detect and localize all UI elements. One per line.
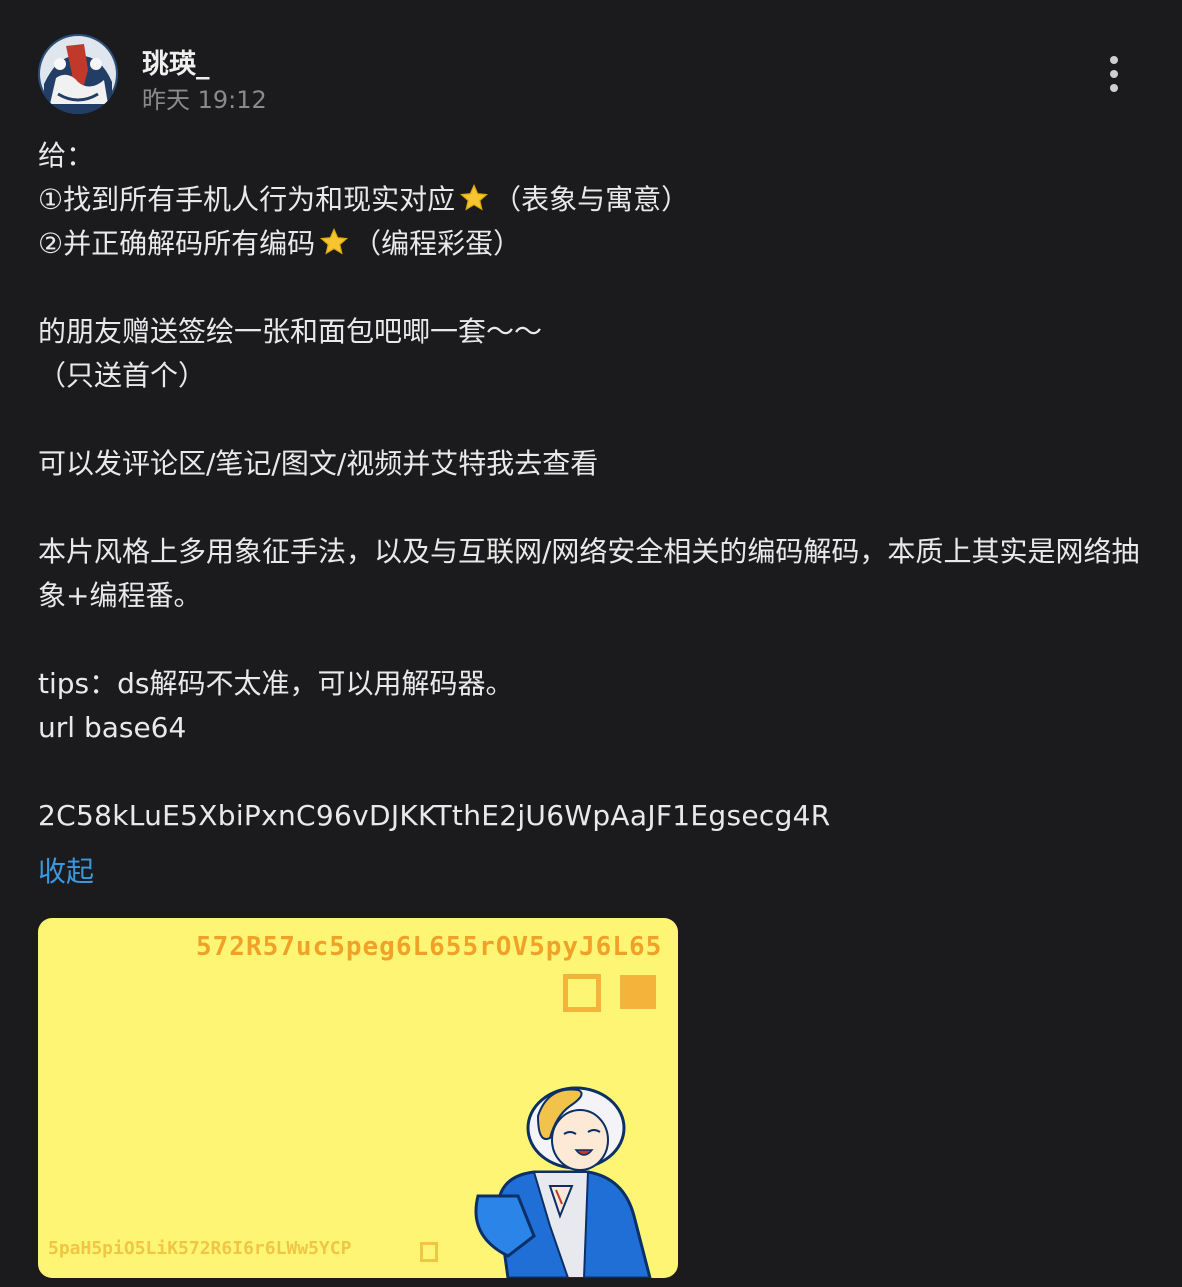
outlined-square-icon (563, 974, 601, 1012)
post-line: ①找到所有手机人行为和现实对应 （表象与寓意） (38, 178, 1148, 222)
post-line: 的朋友赠送签绘一张和面包吧唧一套～～ (38, 315, 543, 348)
post-line-text: ②并正确解码所有编码 (38, 227, 316, 260)
post-line: 可以发评论区/笔记/图文/视频并艾特我去查看 (38, 447, 599, 480)
image-code-bottom: 5paH5piO5LiK572R6I6r6LWw5YCP (48, 1238, 352, 1259)
more-options-button[interactable] (1104, 56, 1124, 96)
post-line-text: （表象与寓意） (493, 183, 690, 216)
star-icon (460, 183, 489, 211)
image-code-top: 572R57uc5peg6L655rOV5pyJ6L65 (196, 932, 663, 962)
collapse-link[interactable]: 收起 (38, 850, 1148, 894)
post-line: tips：ds解码不太准，可以用解码器。 (38, 667, 514, 700)
post-body: 给： ①找到所有手机人行为和现实对应 （表象与寓意） ②并正确解码所有编码 （编程彩… (38, 134, 1148, 894)
avatar[interactable] (38, 34, 118, 114)
post-line: 本片风格上多用象征手法，以及与互联网/网络安全相关的编码解码，本质上其实是网络抽… (38, 535, 1140, 612)
more-vertical-icon-dot (1110, 70, 1118, 78)
post-line: 给： (38, 139, 95, 172)
star-icon (320, 227, 349, 255)
post-time: 昨天 19:12 (142, 86, 267, 114)
more-vertical-icon-dot (1110, 84, 1118, 92)
author-name[interactable]: 珧瑛_ (142, 42, 210, 81)
filled-square-icon (620, 975, 656, 1009)
post-line-text: （编程彩蛋） (353, 227, 522, 260)
character-illustration (474, 1086, 652, 1278)
post-line: （只送首个） (38, 359, 207, 392)
post-line: ②并正确解码所有编码 （编程彩蛋） (38, 222, 1148, 266)
post-image[interactable]: 572R57uc5peg6L655rOV5pyJ6L65 5paH5piO5Li… (38, 918, 678, 1278)
post-line-text: ①找到所有手机人行为和现实对应 (38, 183, 456, 216)
post-header: 珧瑛_ 昨天 19:12 (38, 34, 1148, 114)
post-line: url base64 (38, 711, 187, 744)
outlined-square-icon (420, 1242, 438, 1262)
encoded-string: 2C58kLuE5XbiPxnC96vDJKKTthE2jU6WpAaJF1Eg… (38, 799, 831, 832)
more-vertical-icon (1110, 56, 1118, 64)
